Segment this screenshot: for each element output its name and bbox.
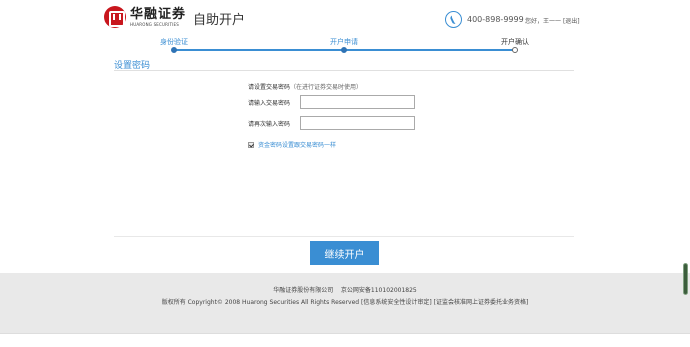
confirm-password-row: 请再次输入密码 [248, 116, 415, 130]
form-heading-text: 请设置交易密码 [248, 84, 291, 91]
progress-line-next [344, 49, 515, 51]
confirm-password-label: 请再次输入密码 [248, 120, 291, 128]
password-label: 请输入交易密码 [248, 99, 291, 107]
user-info: 您好，王一一 [退出] [525, 16, 580, 25]
step-dot-identity [171, 47, 177, 53]
form-heading: 请设置交易密码（在进行证券交易时使用） [248, 82, 362, 91]
hotline-number: 400-898-9999 [467, 15, 524, 24]
logo-en: HUARONG SECURITIES [130, 21, 179, 27]
step-dot-confirm [512, 47, 518, 53]
footer-icp[interactable]: 京公网安备110102001825 [341, 287, 417, 294]
scrollbar-thumb[interactable] [683, 263, 688, 295]
step-label-confirm: 开户确认 [501, 38, 529, 46]
password-input[interactable] [300, 95, 415, 109]
confirm-password-input[interactable] [300, 116, 415, 130]
step-label-identity: 身份验证 [160, 38, 188, 46]
section-divider [114, 70, 574, 71]
progress-steps: 身份验证 开户申请 开户确认 [114, 35, 574, 55]
logo-cn: 华融证券 [130, 6, 187, 22]
header: 华融证券 HUARONG SECURITIES 自助开户 400-898-999… [0, 0, 690, 35]
page-bottom-strip [0, 333, 690, 347]
greeting: 您好，王一一 [525, 18, 562, 25]
same-password-option[interactable]: 资金密码设置跟交易密码一样 [248, 140, 336, 149]
logout-link[interactable]: [退出] [563, 18, 580, 25]
logo[interactable]: 华融证券 HUARONG SECURITIES [104, 6, 186, 28]
footer-copyright: 版权所有 Copyright© 2008 Huarong Securities … [161, 299, 529, 306]
step-label-application: 开户申请 [330, 38, 358, 46]
step-dot-application [341, 47, 347, 53]
phone-icon [445, 11, 462, 28]
progress-line-done [174, 49, 344, 51]
same-password-label[interactable]: 资金密码设置跟交易密码一样 [258, 140, 336, 149]
password-form: 请设置交易密码（在进行证券交易时使用） 请输入交易密码 请再次输入密码 资金密码… [248, 82, 415, 149]
form-bottom-divider [114, 236, 574, 237]
page-title: 自助开户 [193, 13, 246, 28]
footer-company-line: 华融证券股份有限公司 京公网安备110102001825 [0, 285, 690, 294]
password-row: 请输入交易密码 [248, 95, 415, 109]
same-password-checkbox[interactable] [248, 141, 254, 148]
logo-text: 华融证券 HUARONG SECURITIES [130, 8, 186, 27]
footer: 华融证券股份有限公司 京公网安备110102001825 版权所有 Copyri… [0, 273, 690, 333]
form-heading-note: （在进行证券交易时使用） [290, 84, 363, 91]
continue-button[interactable]: 继续开户 [310, 241, 379, 265]
huarong-logo-icon [104, 6, 126, 28]
footer-company: 华融证券股份有限公司 [273, 287, 334, 294]
